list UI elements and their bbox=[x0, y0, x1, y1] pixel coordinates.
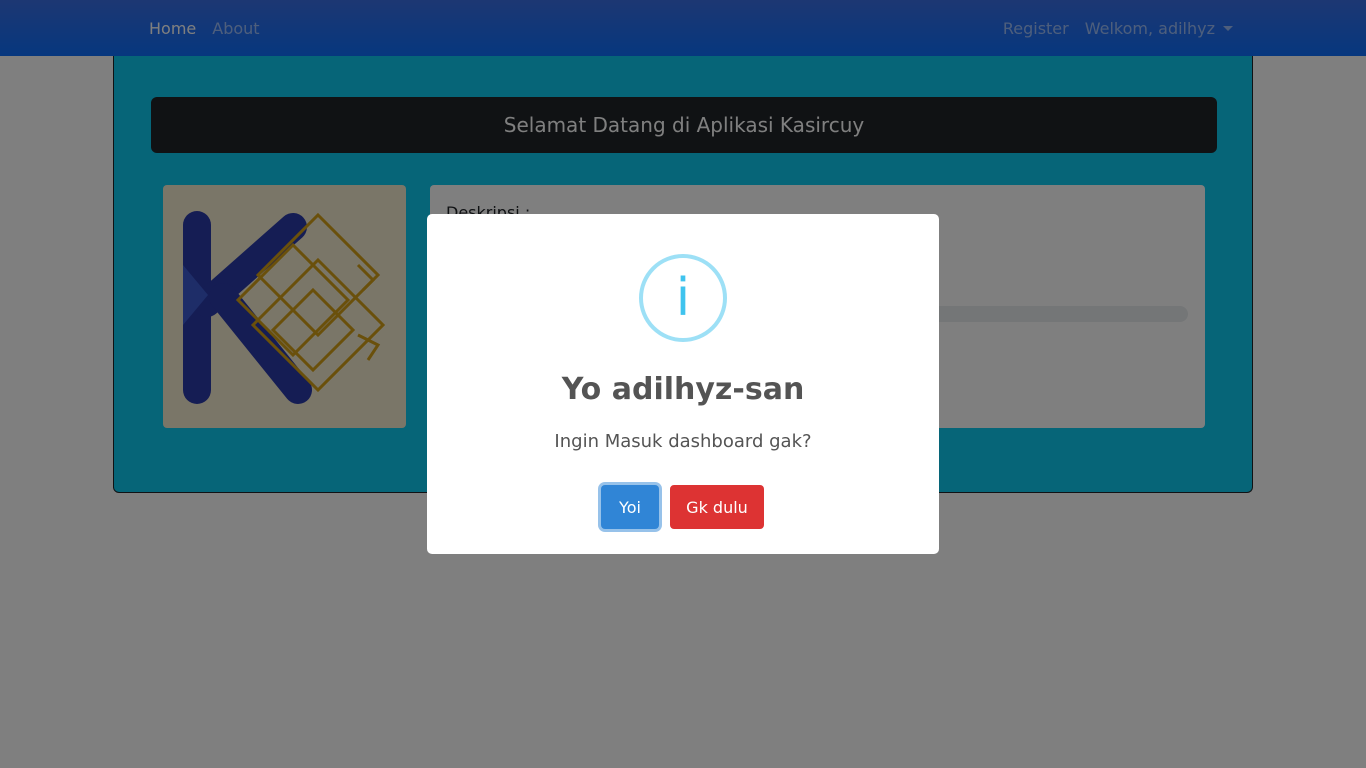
cancel-button[interactable]: Gk dulu bbox=[670, 485, 764, 529]
dialog-title: Yo adilhyz-san bbox=[561, 372, 805, 407]
confirm-dialog: i Yo adilhyz-san Ingin Masuk dashboard g… bbox=[427, 214, 939, 554]
info-icon: i bbox=[639, 254, 727, 342]
confirm-button[interactable]: Yoi bbox=[601, 485, 659, 529]
info-glyph: i bbox=[675, 268, 691, 328]
dialog-text: Ingin Masuk dashboard gak? bbox=[554, 431, 812, 452]
